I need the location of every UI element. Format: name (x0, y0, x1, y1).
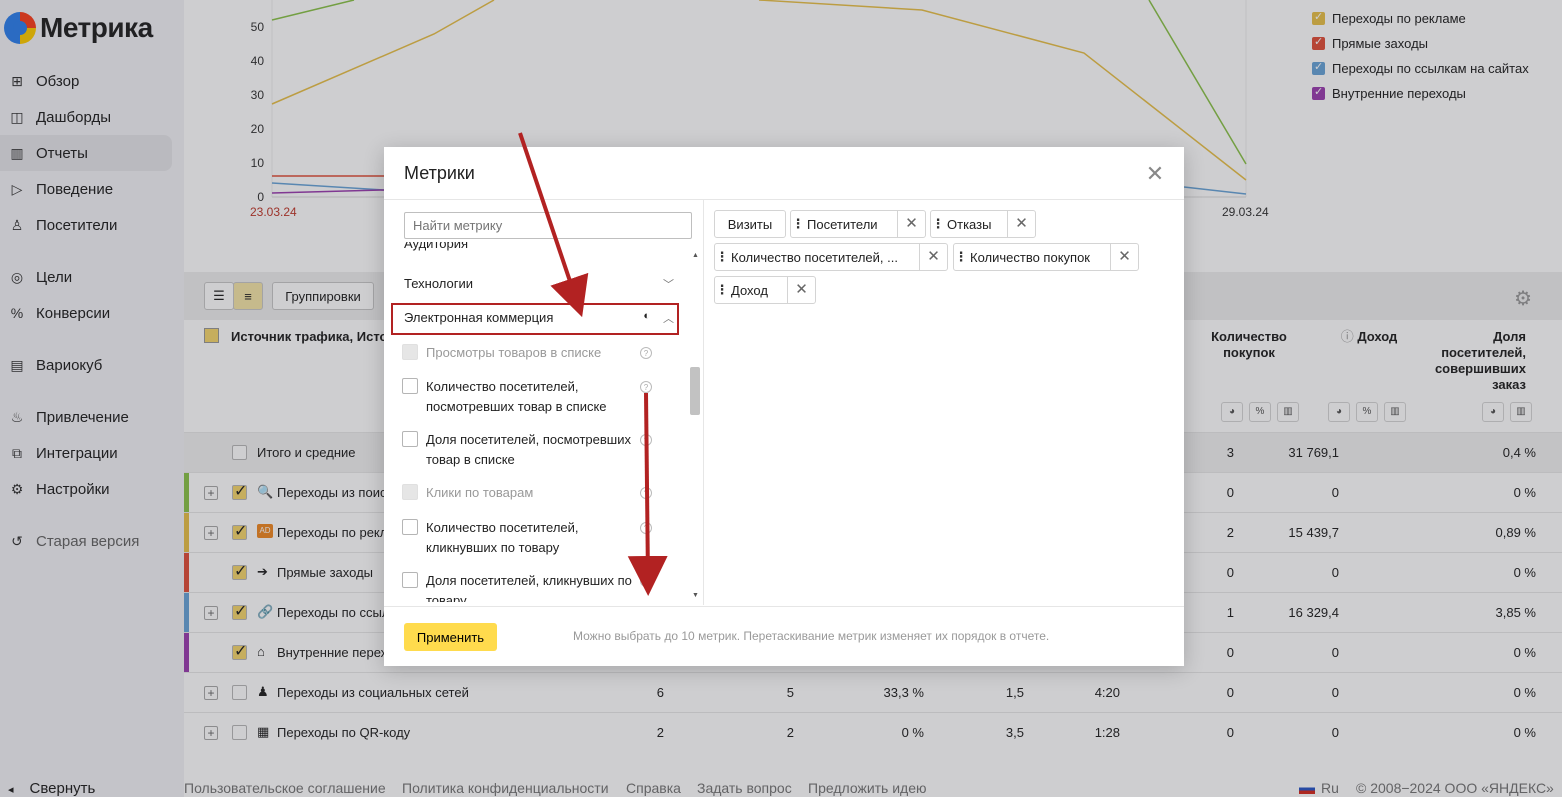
help-icon[interactable]: ? (640, 347, 652, 359)
drag-handle-icon[interactable]: ⋮ (791, 216, 805, 232)
group-audience[interactable]: Аудитория (404, 242, 468, 251)
metric-checkbox (402, 484, 418, 500)
help-icon[interactable]: ? (640, 487, 652, 499)
help-icon[interactable]: ? (640, 522, 652, 534)
remove-icon[interactable]: ✕ (919, 244, 947, 270)
scroll-down-icon[interactable]: ▼ (692, 592, 699, 599)
help-icon[interactable]: ? (640, 381, 652, 393)
scrollbar[interactable]: ▲ ▼ (690, 252, 702, 605)
metric-checkbox[interactable] (402, 431, 418, 447)
metrics-modal: Метрики ✕ Аудитория Технологии ﹀ Электро… (384, 147, 1184, 666)
drag-handle-icon[interactable]: ⋮ (715, 249, 729, 265)
remove-icon[interactable]: ✕ (1110, 244, 1138, 270)
chevron-down-icon: ﹀ (663, 279, 674, 291)
remove-icon[interactable]: ✕ (787, 277, 815, 303)
metric-option[interactable]: Доля посетителей, кликнувших по товару (402, 571, 672, 602)
help-icon[interactable]: ? (640, 575, 652, 587)
selected-metric-chip[interactable]: ⋮ Доход ✕ (714, 276, 816, 304)
metric-checkbox (402, 344, 418, 360)
drag-handle-icon[interactable]: ⋮ (715, 282, 729, 298)
drag-handle-icon[interactable]: ⋮ (931, 216, 945, 232)
selected-metric-chip[interactable]: ⋮ Количество посетителей, ... ✕ (714, 243, 948, 271)
remove-icon[interactable]: ✕ (897, 211, 925, 237)
metric-option[interactable]: Доля посетителей, посмотревших товар в с… (402, 430, 672, 470)
selected-metric-chip[interactable]: Визиты (714, 210, 786, 238)
metric-option[interactable]: Клики по товарам (402, 483, 672, 503)
selected-metric-chip[interactable]: ⋮ Посетители ✕ (790, 210, 926, 238)
selected-metric-chip[interactable]: ⋮ Количество покупок ✕ (953, 243, 1139, 271)
scroll-thumb[interactable] (690, 367, 700, 415)
apply-button[interactable]: Применить (404, 623, 497, 651)
modal-title: Метрики (404, 163, 475, 183)
metric-checkbox[interactable] (402, 378, 418, 394)
scroll-up-icon[interactable]: ▲ (692, 252, 699, 259)
metric-checkbox[interactable] (402, 519, 418, 535)
metric-option[interactable]: Количество посетителей, кликнувших по то… (402, 518, 672, 558)
annotation-highlight-box (391, 303, 679, 335)
help-icon[interactable]: ? (640, 434, 652, 446)
close-icon[interactable]: ✕ (1144, 163, 1166, 185)
group-technologies[interactable]: Технологии ﹀ (404, 276, 674, 291)
modal-hint: Можно выбрать до 10 метрик. Перетаскиван… (573, 629, 1050, 643)
metric-list: Аудитория Технологии ﹀ Электронная комме… (384, 242, 690, 602)
remove-icon[interactable]: ✕ (1007, 211, 1035, 237)
drag-handle-icon[interactable]: ⋮ (954, 249, 968, 265)
metric-option[interactable]: Просмотры товаров в списке (402, 343, 672, 363)
metrics-catalog: Аудитория Технологии ﹀ Электронная комме… (384, 200, 704, 605)
metric-checkbox[interactable] (402, 572, 418, 588)
metric-option[interactable]: Количество посетителей, посмотревших тов… (402, 377, 672, 417)
selected-metric-chip[interactable]: ⋮ Отказы ✕ (930, 210, 1036, 238)
metric-search-input[interactable] (404, 212, 692, 239)
